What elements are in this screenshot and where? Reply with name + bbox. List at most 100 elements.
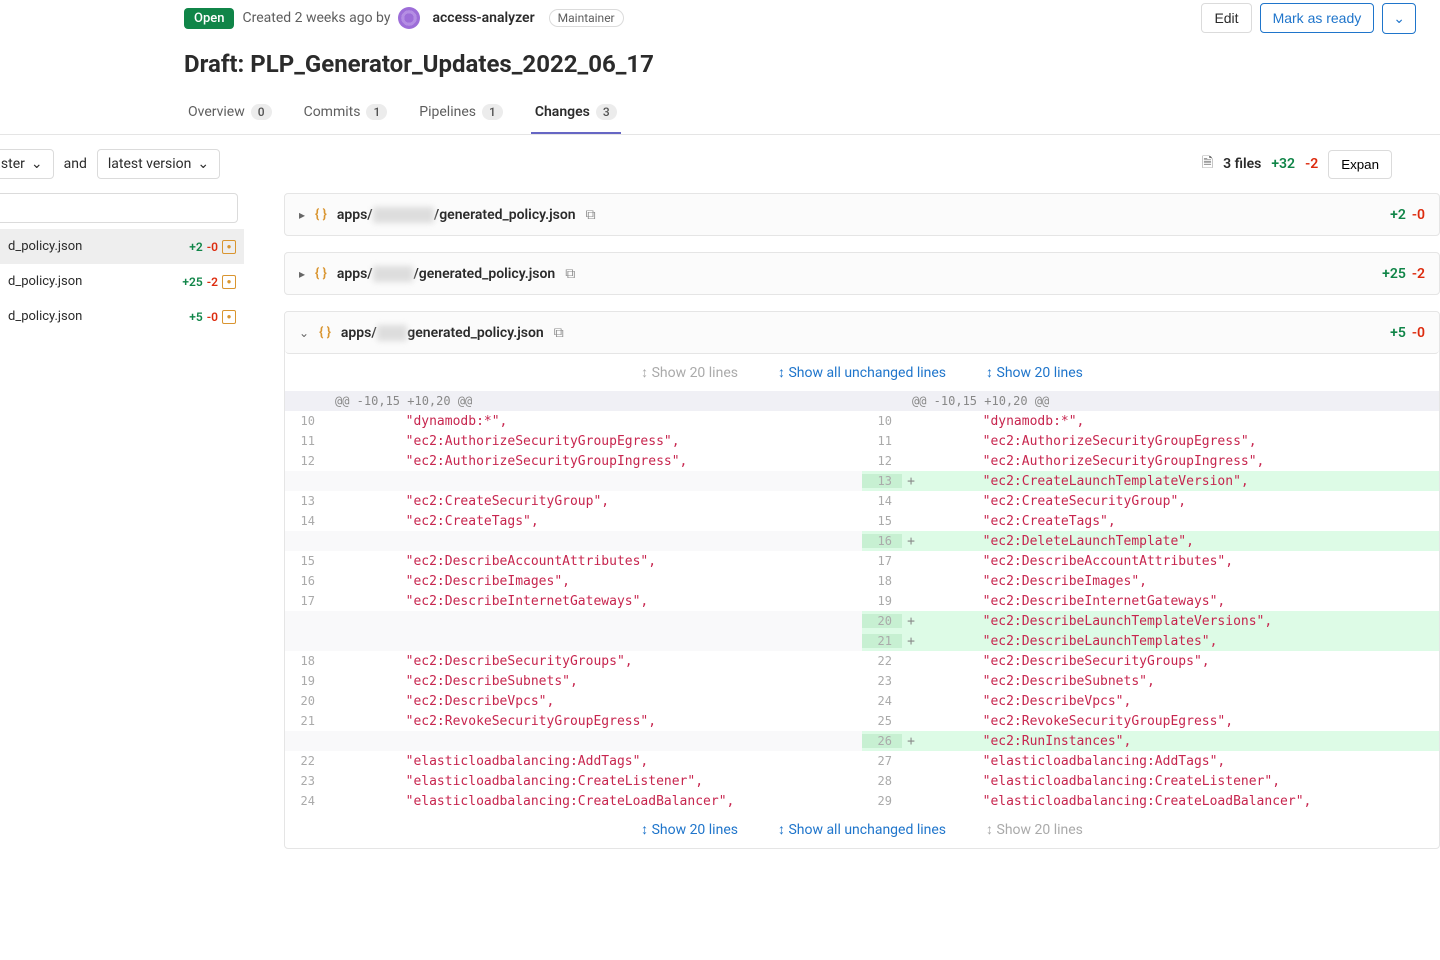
- diff-line[interactable]: 20+ "ec2:DescribeLaunchTemplateVersions"…: [862, 611, 1439, 631]
- expand-all-unchanged[interactable]: ↕ Show all unchanged lines: [778, 821, 946, 838]
- diff-line[interactable]: 18 "ec2:DescribeImages",: [862, 571, 1439, 591]
- tree-file-item[interactable]: d_policy.json+5 -0 ●: [0, 299, 244, 334]
- count-badge: 3: [596, 104, 617, 120]
- chevron-right-icon[interactable]: ▸: [299, 267, 305, 281]
- modified-icon: ●: [222, 240, 236, 254]
- diff-old: @@ -10,15 +10,20 @@10 "dynamodb:*",11 "e…: [285, 391, 862, 811]
- diff-line[interactable]: 25 "ec2:RevokeSecurityGroupEgress",: [862, 711, 1439, 731]
- expand-row-top: ↕ Show 20 lines ↕ Show all unchanged line…: [285, 354, 1439, 391]
- expand-down[interactable]: ↕ Show 20 lines: [986, 821, 1083, 838]
- diff-line[interactable]: 21+ "ec2:DescribeLaunchTemplates",: [862, 631, 1439, 651]
- tab-commits[interactable]: Commits1: [300, 92, 392, 134]
- diff-line-blank: [285, 731, 862, 751]
- deletions-total: -2: [1305, 156, 1318, 172]
- diff-line[interactable]: 14 "ec2:CreateTags",: [285, 511, 862, 531]
- json-icon: { }: [315, 266, 327, 281]
- diff-toolbar: master⌄ and latest version⌄ 🗎 3 files +3…: [0, 135, 1440, 193]
- chevron-right-icon[interactable]: ▸: [299, 208, 305, 222]
- hunk-header: @@ -10,15 +10,20 @@: [285, 391, 862, 411]
- diff-line[interactable]: 29 "elasticloadbalancing:CreateLoadBalan…: [862, 791, 1439, 811]
- version-select[interactable]: latest version⌄: [97, 149, 220, 179]
- diff-line[interactable]: 28 "elasticloadbalancing:CreateListener"…: [862, 771, 1439, 791]
- json-icon: { }: [315, 207, 327, 222]
- expand-all-button[interactable]: Expan: [1328, 150, 1392, 179]
- target-branch-select[interactable]: master⌄: [0, 149, 54, 179]
- diff-line[interactable]: 11 "ec2:AuthorizeSecurityGroupEgress",: [862, 431, 1439, 451]
- tab-overview[interactable]: Overview0: [184, 92, 276, 134]
- diff-line[interactable]: 20 "ec2:DescribeVpcs",: [285, 691, 862, 711]
- copy-path-icon[interactable]: ⧉: [554, 325, 564, 341]
- expand-up[interactable]: ↕ Show 20 lines: [641, 364, 738, 381]
- tree-file-item[interactable]: d_policy.json+2 -0 ●: [0, 229, 244, 264]
- and-label: and: [64, 156, 87, 172]
- diff-line[interactable]: 16+ "ec2:DeleteLaunchTemplate",: [862, 531, 1439, 551]
- diff-line[interactable]: 12 "ec2:AuthorizeSecurityGroupIngress",: [285, 451, 862, 471]
- page-title: Draft: PLP_Generator_Updates_2022_06_17: [0, 36, 1440, 92]
- file-header[interactable]: ▸{ }apps/▓▓▓▓▓▓/generated_policy.json⧉+2…: [284, 193, 1440, 236]
- diff-line[interactable]: 13 "ec2:CreateSecurityGroup",: [285, 491, 862, 511]
- diff-line[interactable]: 16 "ec2:DescribeImages",: [285, 571, 862, 591]
- diff-line-blank: [285, 471, 862, 491]
- file-icon: 🗎: [1202, 152, 1213, 176]
- diff-line[interactable]: 13+ "ec2:CreateLaunchTemplateVersion",: [862, 471, 1439, 491]
- mark-ready-dropdown[interactable]: ⌄: [1382, 3, 1416, 34]
- additions-total: +32: [1271, 156, 1295, 172]
- copy-path-icon[interactable]: ⧉: [586, 207, 596, 223]
- diff-line[interactable]: 15 "ec2:CreateTags",: [862, 511, 1439, 531]
- diff-line[interactable]: 23 "elasticloadbalancing:CreateListener"…: [285, 771, 862, 791]
- diff-line[interactable]: 24 "elasticloadbalancing:CreateLoadBalan…: [285, 791, 862, 811]
- file-count: 3 files: [1223, 156, 1261, 172]
- author-link[interactable]: access-analyzer: [432, 10, 534, 26]
- diff-line[interactable]: 26+ "ec2:RunInstances",: [862, 731, 1439, 751]
- diff-line-blank: [285, 531, 862, 551]
- diff-line[interactable]: 11 "ec2:AuthorizeSecurityGroupEgress",: [285, 431, 862, 451]
- mr-header: Open Created 2 weeks ago by access-analy…: [0, 0, 1440, 36]
- diff-line[interactable]: 15 "ec2:DescribeAccountAttributes",: [285, 551, 862, 571]
- file-search-input[interactable]: P): [0, 193, 238, 223]
- diff-line[interactable]: 10 "dynamodb:*",: [285, 411, 862, 431]
- created-meta: Created 2 weeks ago by: [242, 10, 390, 26]
- tab-pipelines[interactable]: Pipelines1: [415, 92, 507, 134]
- expand-up[interactable]: ↕ Show 20 lines: [641, 821, 738, 838]
- diff-main: ▸{ }apps/▓▓▓▓▓▓/generated_policy.json⧉+2…: [244, 193, 1440, 865]
- mark-ready-button[interactable]: Mark as ready: [1260, 3, 1375, 33]
- diff-line[interactable]: 27 "elasticloadbalancing:AddTags",: [862, 751, 1439, 771]
- diff-line[interactable]: 14 "ec2:CreateSecurityGroup",: [862, 491, 1439, 511]
- diff-line[interactable]: 23 "ec2:DescribeSubnets",: [862, 671, 1439, 691]
- diff-line[interactable]: 18 "ec2:DescribeSecurityGroups",: [285, 651, 862, 671]
- file-header[interactable]: ⌄{ }apps/▓▓▓generated_policy.json⧉+5-0: [285, 312, 1439, 354]
- chevron-down-icon[interactable]: ⌄: [299, 326, 309, 340]
- diff-line[interactable]: 22 "ec2:DescribeSecurityGroups",: [862, 651, 1439, 671]
- diff-line[interactable]: 17 "ec2:DescribeAccountAttributes",: [862, 551, 1439, 571]
- role-badge: Maintainer: [549, 9, 624, 27]
- expand-down[interactable]: ↕ Show 20 lines: [986, 364, 1083, 381]
- edit-button[interactable]: Edit: [1201, 3, 1251, 33]
- chevron-down-icon: ⌄: [31, 156, 43, 172]
- file-header[interactable]: ▸{ }apps/▓▓▓▓/generated_policy.json⧉+25-…: [284, 252, 1440, 295]
- diff-line[interactable]: 17 "ec2:DescribeInternetGateways",: [285, 591, 862, 611]
- expand-all-unchanged[interactable]: ↕ Show all unchanged lines: [778, 364, 946, 381]
- status-badge: Open: [184, 8, 234, 29]
- count-badge: 1: [366, 104, 387, 120]
- diff-line-blank: [285, 611, 862, 631]
- diff-line[interactable]: 21 "ec2:RevokeSecurityGroupEgress",: [285, 711, 862, 731]
- avatar[interactable]: [398, 7, 420, 29]
- diff-line[interactable]: 10 "dynamodb:*",: [862, 411, 1439, 431]
- diff-line[interactable]: 24 "ec2:DescribeVpcs",: [862, 691, 1439, 711]
- count-badge: 1: [482, 104, 503, 120]
- mr-tabs: Overview0 Commits1 Pipelines1 Changes3: [0, 92, 1440, 135]
- copy-path-icon[interactable]: ⧉: [565, 266, 575, 282]
- json-icon: { }: [319, 325, 331, 340]
- diff-new: @@ -10,15 +10,20 @@10 "dynamodb:*",11 "e…: [862, 391, 1439, 811]
- diff-line[interactable]: 19 "ec2:DescribeSubnets",: [285, 671, 862, 691]
- tab-changes[interactable]: Changes3: [531, 92, 621, 134]
- diff-line-blank: [285, 631, 862, 651]
- file-tree-sidebar: P) d_policy.json+2 -0 ●d_policy.json+25 …: [0, 193, 244, 865]
- modified-icon: ●: [222, 275, 236, 289]
- diff-line[interactable]: 12 "ec2:AuthorizeSecurityGroupIngress",: [862, 451, 1439, 471]
- hunk-header: @@ -10,15 +10,20 @@: [862, 391, 1439, 411]
- count-badge: 0: [251, 104, 272, 120]
- diff-line[interactable]: 22 "elasticloadbalancing:AddTags",: [285, 751, 862, 771]
- tree-file-item[interactable]: d_policy.json+25 -2 ●: [0, 264, 244, 299]
- diff-line[interactable]: 19 "ec2:DescribeInternetGateways",: [862, 591, 1439, 611]
